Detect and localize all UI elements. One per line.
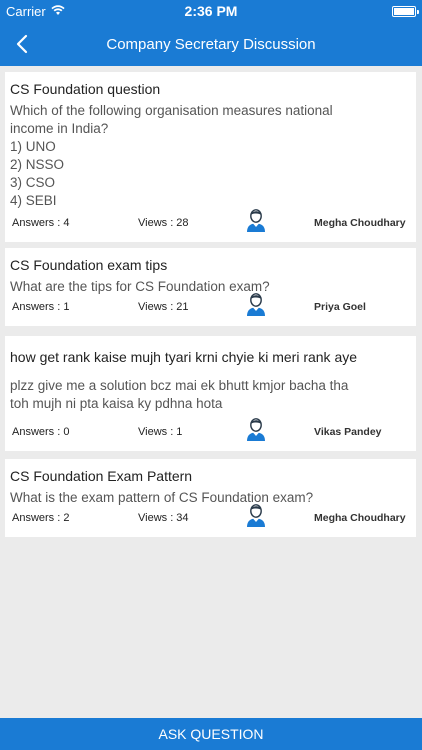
question-title: CS Foundation exam tips (10, 257, 168, 273)
question-body: Which of the following organisation meas… (10, 103, 333, 208)
views-count: Views : 28 (138, 217, 189, 229)
answers-count: Answers : 1 (12, 301, 70, 313)
status-bar: Carrier 2:36 PM (0, 0, 422, 22)
nav-bar: Company Secretary Discussion (0, 22, 422, 66)
answers-count: Answers : 4 (12, 217, 70, 229)
answers-count: Answers : 0 (12, 426, 70, 438)
battery-icon (392, 5, 419, 17)
chevron-left-icon (16, 34, 28, 54)
question-card[interactable]: CS Foundation exam tips What are the tip… (5, 248, 416, 326)
question-title: how get rank kaise mujh tyari krni chyie… (10, 349, 358, 365)
user-avatar-icon (246, 208, 266, 232)
author-name: Vikas Pandey (314, 426, 382, 438)
author-name: Priya Goel (314, 301, 366, 313)
wifi-icon (51, 4, 65, 19)
back-button[interactable] (8, 30, 36, 58)
views-count: Views : 34 (138, 512, 189, 524)
views-count: Views : 1 (138, 426, 183, 438)
user-avatar-icon (246, 503, 266, 527)
page-title: Company Secretary Discussion (106, 35, 316, 53)
question-body: plzz give me a solution bcz mai ek bhutt… (10, 378, 349, 411)
answers-count: Answers : 2 (12, 512, 70, 524)
ask-question-button[interactable]: ASK QUESTION (0, 718, 422, 750)
question-title: CS Foundation Exam Pattern (10, 468, 193, 484)
user-avatar-icon (246, 292, 266, 316)
question-card[interactable]: CS Foundation Exam Pattern What is the e… (5, 459, 416, 537)
question-card[interactable]: CS Foundation question Which of the foll… (5, 72, 416, 242)
author-name: Megha Choudhary (314, 512, 406, 524)
carrier-label: Carrier (6, 3, 46, 19)
question-meta: Answers : 1 Views : 21 Priya Goel (12, 290, 408, 316)
question-meta: Answers : 4 Views : 28 Megha Choudhary (12, 206, 408, 232)
question-meta: Answers : 2 Views : 34 Megha Choudhary (12, 501, 408, 527)
question-title: CS Foundation question (10, 81, 161, 97)
question-meta: Answers : 0 Views : 1 Vikas Pandey (12, 415, 408, 441)
author-name: Megha Choudhary (314, 217, 406, 229)
views-count: Views : 21 (138, 301, 189, 313)
question-card[interactable]: how get rank kaise mujh tyari krni chyie… (5, 336, 416, 451)
user-avatar-icon (246, 417, 266, 441)
status-left: Carrier (6, 4, 65, 19)
